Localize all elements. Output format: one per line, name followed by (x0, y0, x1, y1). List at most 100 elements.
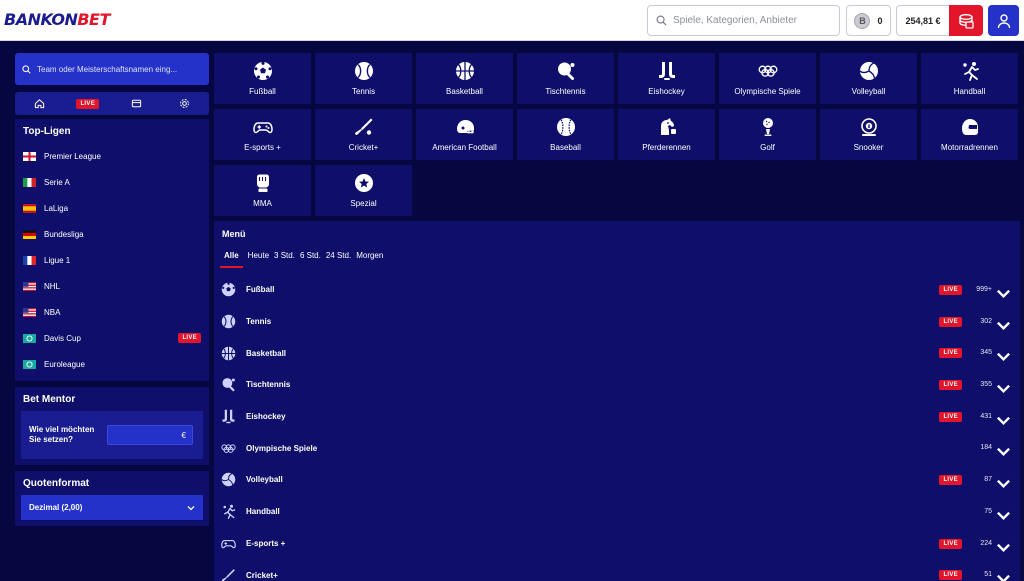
sport-tile-pferderennen[interactable]: Pferderennen (618, 109, 715, 160)
spain-flag-icon (23, 203, 36, 213)
sidebar-item-euroleague[interactable]: Euroleague (15, 351, 209, 377)
chevron-down-icon[interactable] (996, 571, 1011, 581)
team-search[interactable] (15, 53, 209, 85)
filter-3h[interactable]: 3 Std. (274, 251, 295, 268)
chevron-down-icon[interactable] (996, 476, 1011, 491)
list-item-eishockey[interactable]: Eishockey LIVE 431 (214, 401, 1020, 433)
filter-all[interactable]: Alle (220, 251, 243, 268)
basketball-icon (221, 346, 236, 360)
stake-amount-input[interactable]: € (107, 425, 193, 445)
sport-tile-tennis[interactable]: Tennis (315, 53, 412, 104)
list-item-tischtennis[interactable]: Tischtennis LIVE 355 (214, 369, 1020, 401)
logo-bet-text: BET (77, 10, 110, 29)
tennis-ball-icon (354, 62, 373, 80)
sport-tile-fussball[interactable]: Fußball (214, 53, 311, 104)
sport-tile-cricket[interactable]: Cricket+ (315, 109, 412, 160)
germany-flag-icon (23, 229, 36, 239)
sport-tile-tischtennis[interactable]: Tischtennis (517, 53, 614, 104)
sport-tile-motorradrennen[interactable]: Motorradrennen (921, 109, 1018, 160)
list-item-basketball[interactable]: Basketball LIVE 345 (214, 337, 1020, 369)
ice-hockey-icon (222, 409, 235, 424)
tab-live[interactable]: LIVE (64, 92, 113, 115)
sidebar-item-nhl[interactable]: NHL (15, 273, 209, 299)
sport-name: E-sports + (246, 538, 286, 548)
header-search[interactable] (647, 5, 840, 36)
sidebar-item-ligue-1[interactable]: Ligue 1 (15, 247, 209, 273)
event-count: 87 (984, 476, 992, 484)
home-icon (34, 99, 44, 109)
sport-name: Olympische Spiele (246, 443, 318, 453)
live-badge: LIVE (939, 475, 962, 486)
sidebar-item-laliga[interactable]: LaLiga (15, 195, 209, 221)
account-balance[interactable]: 254,81 € (896, 5, 949, 36)
user-icon (997, 13, 1010, 28)
chevron-down-icon[interactable] (996, 508, 1011, 523)
tab-betslip[interactable] (112, 92, 161, 115)
list-item-volleyball[interactable]: Volleyball LIVE 87 (214, 464, 1020, 496)
handball-icon (962, 62, 979, 81)
list-item-olympische-spiele[interactable]: Olympische Spiele 184 (214, 432, 1020, 464)
gamepad-icon (252, 122, 273, 134)
tab-settings[interactable] (161, 92, 210, 115)
filter-6h[interactable]: 6 Std. (300, 251, 321, 268)
brand-logo[interactable]: BANKONBET (4, 10, 110, 29)
horse-racing-icon (660, 118, 676, 135)
coin-count: 0 (877, 15, 883, 26)
sport-tile-snooker[interactable]: 8 Snooker (820, 109, 917, 160)
sport-tile-american-football[interactable]: American Football (416, 109, 513, 160)
table-tennis-icon (222, 378, 235, 392)
sport-tile-label: American Football (432, 143, 497, 152)
chevron-down-icon[interactable] (996, 318, 1011, 333)
odds-format-select[interactable]: Dezimal (2,00) (21, 495, 203, 520)
baseball-icon (556, 118, 575, 136)
sport-tile-label: Olympische Spiele (734, 87, 801, 96)
list-item-e-sports[interactable]: E-sports + LIVE 224 (214, 528, 1020, 560)
sport-tile-e-sports[interactable]: E-sports + (214, 109, 311, 160)
list-item-cricket[interactable]: Cricket+ LIVE 51 (214, 559, 1020, 581)
sport-tile-golf[interactable]: Golf (719, 109, 816, 160)
sport-tile-volleyball[interactable]: Volleyball (820, 53, 917, 104)
league-label: LaLiga (44, 203, 69, 213)
sport-tile-mma[interactable]: MMA (214, 165, 311, 216)
chevron-down-icon[interactable] (996, 381, 1011, 396)
sport-name: Eishockey (246, 412, 286, 422)
team-search-input[interactable] (37, 64, 197, 74)
filter-tomorrow[interactable]: Morgen (356, 251, 383, 268)
chevron-down-icon[interactable] (996, 444, 1011, 459)
sport-tile-label: Volleyball (851, 87, 886, 96)
sidebar-item-nba[interactable]: NBA (15, 299, 209, 325)
chevron-down-icon[interactable] (996, 413, 1011, 428)
chevron-down-icon[interactable] (996, 349, 1011, 364)
user-account-button[interactable] (988, 5, 1019, 36)
filter-24h[interactable]: 24 Std. (326, 251, 351, 268)
sport-tile-eishockey[interactable]: Eishockey (618, 53, 715, 104)
sidebar-item-serie-a[interactable]: Serie A (15, 169, 209, 195)
live-badge: LIVE (939, 316, 962, 327)
soccer-ball-icon (221, 282, 236, 297)
sidebar-item-premier-league[interactable]: Premier League (15, 143, 209, 169)
event-count: 51 (984, 571, 992, 579)
sidebar-item-davis-cup[interactable]: Davis Cup LIVE (15, 325, 209, 351)
list-item-handball[interactable]: Handball 75 (214, 496, 1020, 528)
league-label: Premier League (44, 151, 101, 161)
sidebar-item-bundesliga[interactable]: Bundesliga (15, 221, 209, 247)
sport-tile-baseball[interactable]: Baseball (517, 109, 614, 160)
chevron-down-icon[interactable] (996, 540, 1011, 555)
sport-tile-handball[interactable]: Handball (921, 53, 1018, 104)
live-badge: LIVE (939, 570, 962, 581)
search-icon (22, 64, 31, 74)
tab-home[interactable] (15, 92, 64, 115)
sport-tile-basketball[interactable]: Basketball (416, 53, 513, 104)
coin-balance[interactable]: B 0 (846, 5, 891, 36)
deposit-button[interactable] (949, 5, 983, 36)
event-count: 302 (980, 317, 992, 325)
list-item-fussball[interactable]: Fußball LIVE 999+ (214, 274, 1020, 306)
sport-tile-olympische-spiele[interactable]: Olympische Spiele (719, 53, 816, 104)
svg-text:8: 8 (867, 124, 870, 129)
sport-tile-spezial[interactable]: Spezial (315, 165, 412, 216)
chevron-down-icon[interactable] (996, 286, 1011, 301)
filter-today[interactable]: Heute (248, 251, 269, 268)
header-search-input[interactable] (673, 15, 833, 26)
event-count: 431 (980, 412, 992, 420)
list-item-tennis[interactable]: Tennis LIVE 302 (214, 306, 1020, 338)
